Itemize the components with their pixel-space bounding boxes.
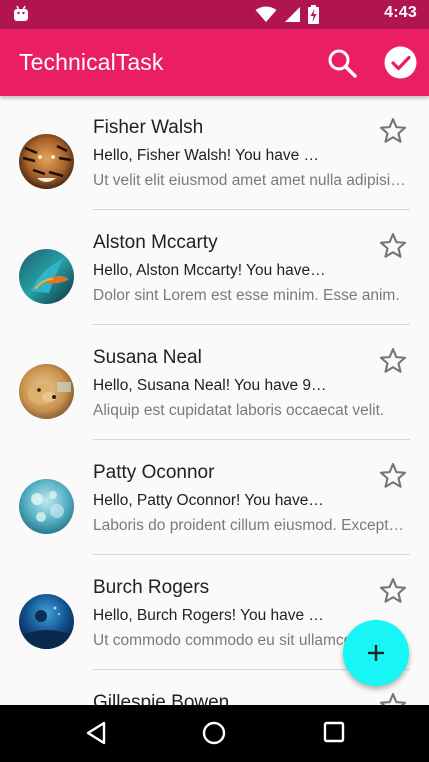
- star-outline-icon[interactable]: [378, 231, 408, 261]
- contact-preview: Ut velit elit eiusmod amet amet nulla ad…: [93, 172, 410, 189]
- list-item[interactable]: Alston Mccarty Hello, Alston Mccarty! Yo…: [0, 211, 429, 326]
- contact-subject: Hello, Fisher Walsh! You have 6 unread m…: [93, 147, 327, 164]
- contact-preview: Laboris do proident cillum eiusmod. Exce…: [93, 517, 410, 534]
- contact-subject: Hello, Alston Mccarty! You have 5 unread…: [93, 262, 327, 279]
- list-item[interactable]: Patty Oconnor Hello, Patty Oconnor! You …: [0, 441, 429, 556]
- star-outline-icon[interactable]: [378, 116, 408, 146]
- divider: [93, 439, 410, 440]
- check-circle-icon[interactable]: [384, 46, 417, 79]
- status-bar: 4:43: [0, 0, 429, 29]
- avatar: [19, 479, 74, 534]
- star-outline-icon[interactable]: [378, 346, 408, 376]
- android-icon: [14, 5, 28, 21]
- app-bar: TechnicalTask: [0, 29, 429, 96]
- contact-subject: Hello, Patty Oconnor! You have 2 unread …: [93, 492, 327, 509]
- star-outline-icon[interactable]: [378, 576, 408, 606]
- star-outline-icon[interactable]: [378, 461, 408, 491]
- avatar: [19, 134, 74, 189]
- app-title: TechnicalTask: [19, 49, 164, 75]
- status-icons: [255, 5, 319, 24]
- contact-name: Patty Oconnor: [93, 462, 215, 483]
- contact-preview: Dolor sint Lorem est esse minim. Esse an…: [93, 287, 400, 304]
- back-icon[interactable]: [85, 721, 107, 745]
- battery-charging-icon: [308, 5, 319, 24]
- star-outline-icon[interactable]: [378, 691, 408, 705]
- contact-list[interactable]: Fisher Walsh Hello, Fisher Walsh! You ha…: [0, 96, 429, 705]
- contact-name: Susana Neal: [93, 347, 202, 368]
- contact-name: Burch Rogers: [93, 577, 210, 598]
- contact-preview: Aliquip est cupidatat laboris occaecat v…: [93, 402, 385, 419]
- recents-icon[interactable]: [323, 721, 345, 743]
- home-icon[interactable]: [202, 721, 226, 745]
- contact-name: Alston Mccarty: [93, 232, 218, 253]
- navigation-bar: [0, 705, 429, 762]
- contact-subject: Hello, Burch Rogers! You have 8 unread m…: [93, 607, 327, 624]
- avatar: [19, 249, 74, 304]
- avatar: [19, 364, 74, 419]
- add-fab-button[interactable]: [343, 620, 409, 686]
- status-time: 4:43: [384, 4, 417, 21]
- divider: [93, 324, 410, 325]
- list-item[interactable]: Fisher Walsh Hello, Fisher Walsh! You ha…: [0, 96, 429, 211]
- contact-name: Fisher Walsh: [93, 117, 204, 138]
- divider: [93, 554, 410, 555]
- list-item[interactable]: Susana Neal Hello, Susana Neal! You have…: [0, 326, 429, 441]
- plus-icon: [368, 645, 384, 661]
- search-icon[interactable]: [326, 47, 358, 79]
- avatar: [19, 594, 74, 649]
- contact-subject: Hello, Susana Neal! You have 9 unread me…: [93, 377, 327, 394]
- wifi-icon: [255, 6, 277, 22]
- divider: [93, 209, 410, 210]
- screen: 4:43 TechnicalTask Fisher Walsh Hello, F…: [0, 0, 429, 762]
- signal-icon: [285, 7, 300, 22]
- contact-name: Gillespie Bowen: [93, 692, 230, 705]
